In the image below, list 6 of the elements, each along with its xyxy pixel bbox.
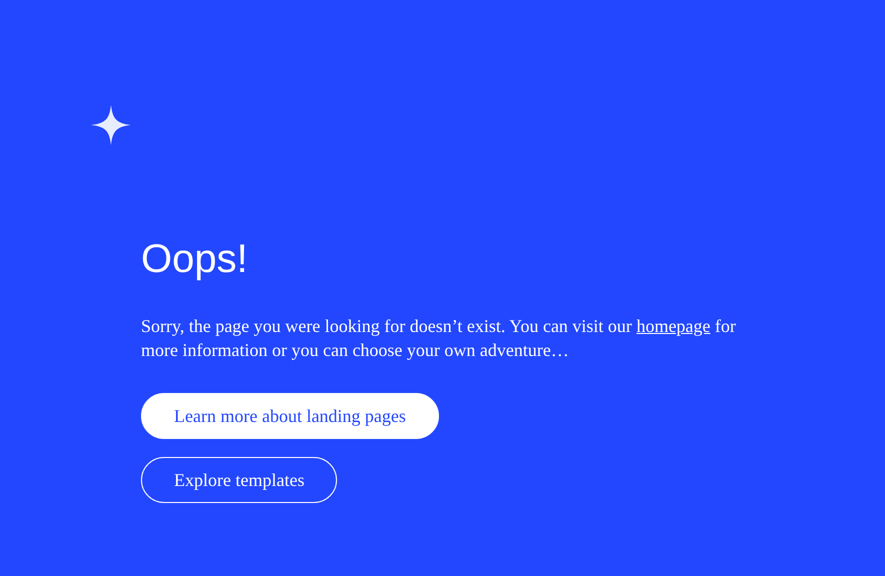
sparkle-icon [91,105,131,145]
explore-templates-button[interactable]: Explore templates [141,457,338,503]
homepage-link[interactable]: homepage [636,316,710,336]
error-message: Sorry, the page you were looking for doesn’t exist. You can visit our homepage for more information or you can choose your own adventure… [141,315,737,362]
heading: Oops! [141,236,248,283]
learn-more-button[interactable]: Learn more about landing pages [141,393,439,439]
